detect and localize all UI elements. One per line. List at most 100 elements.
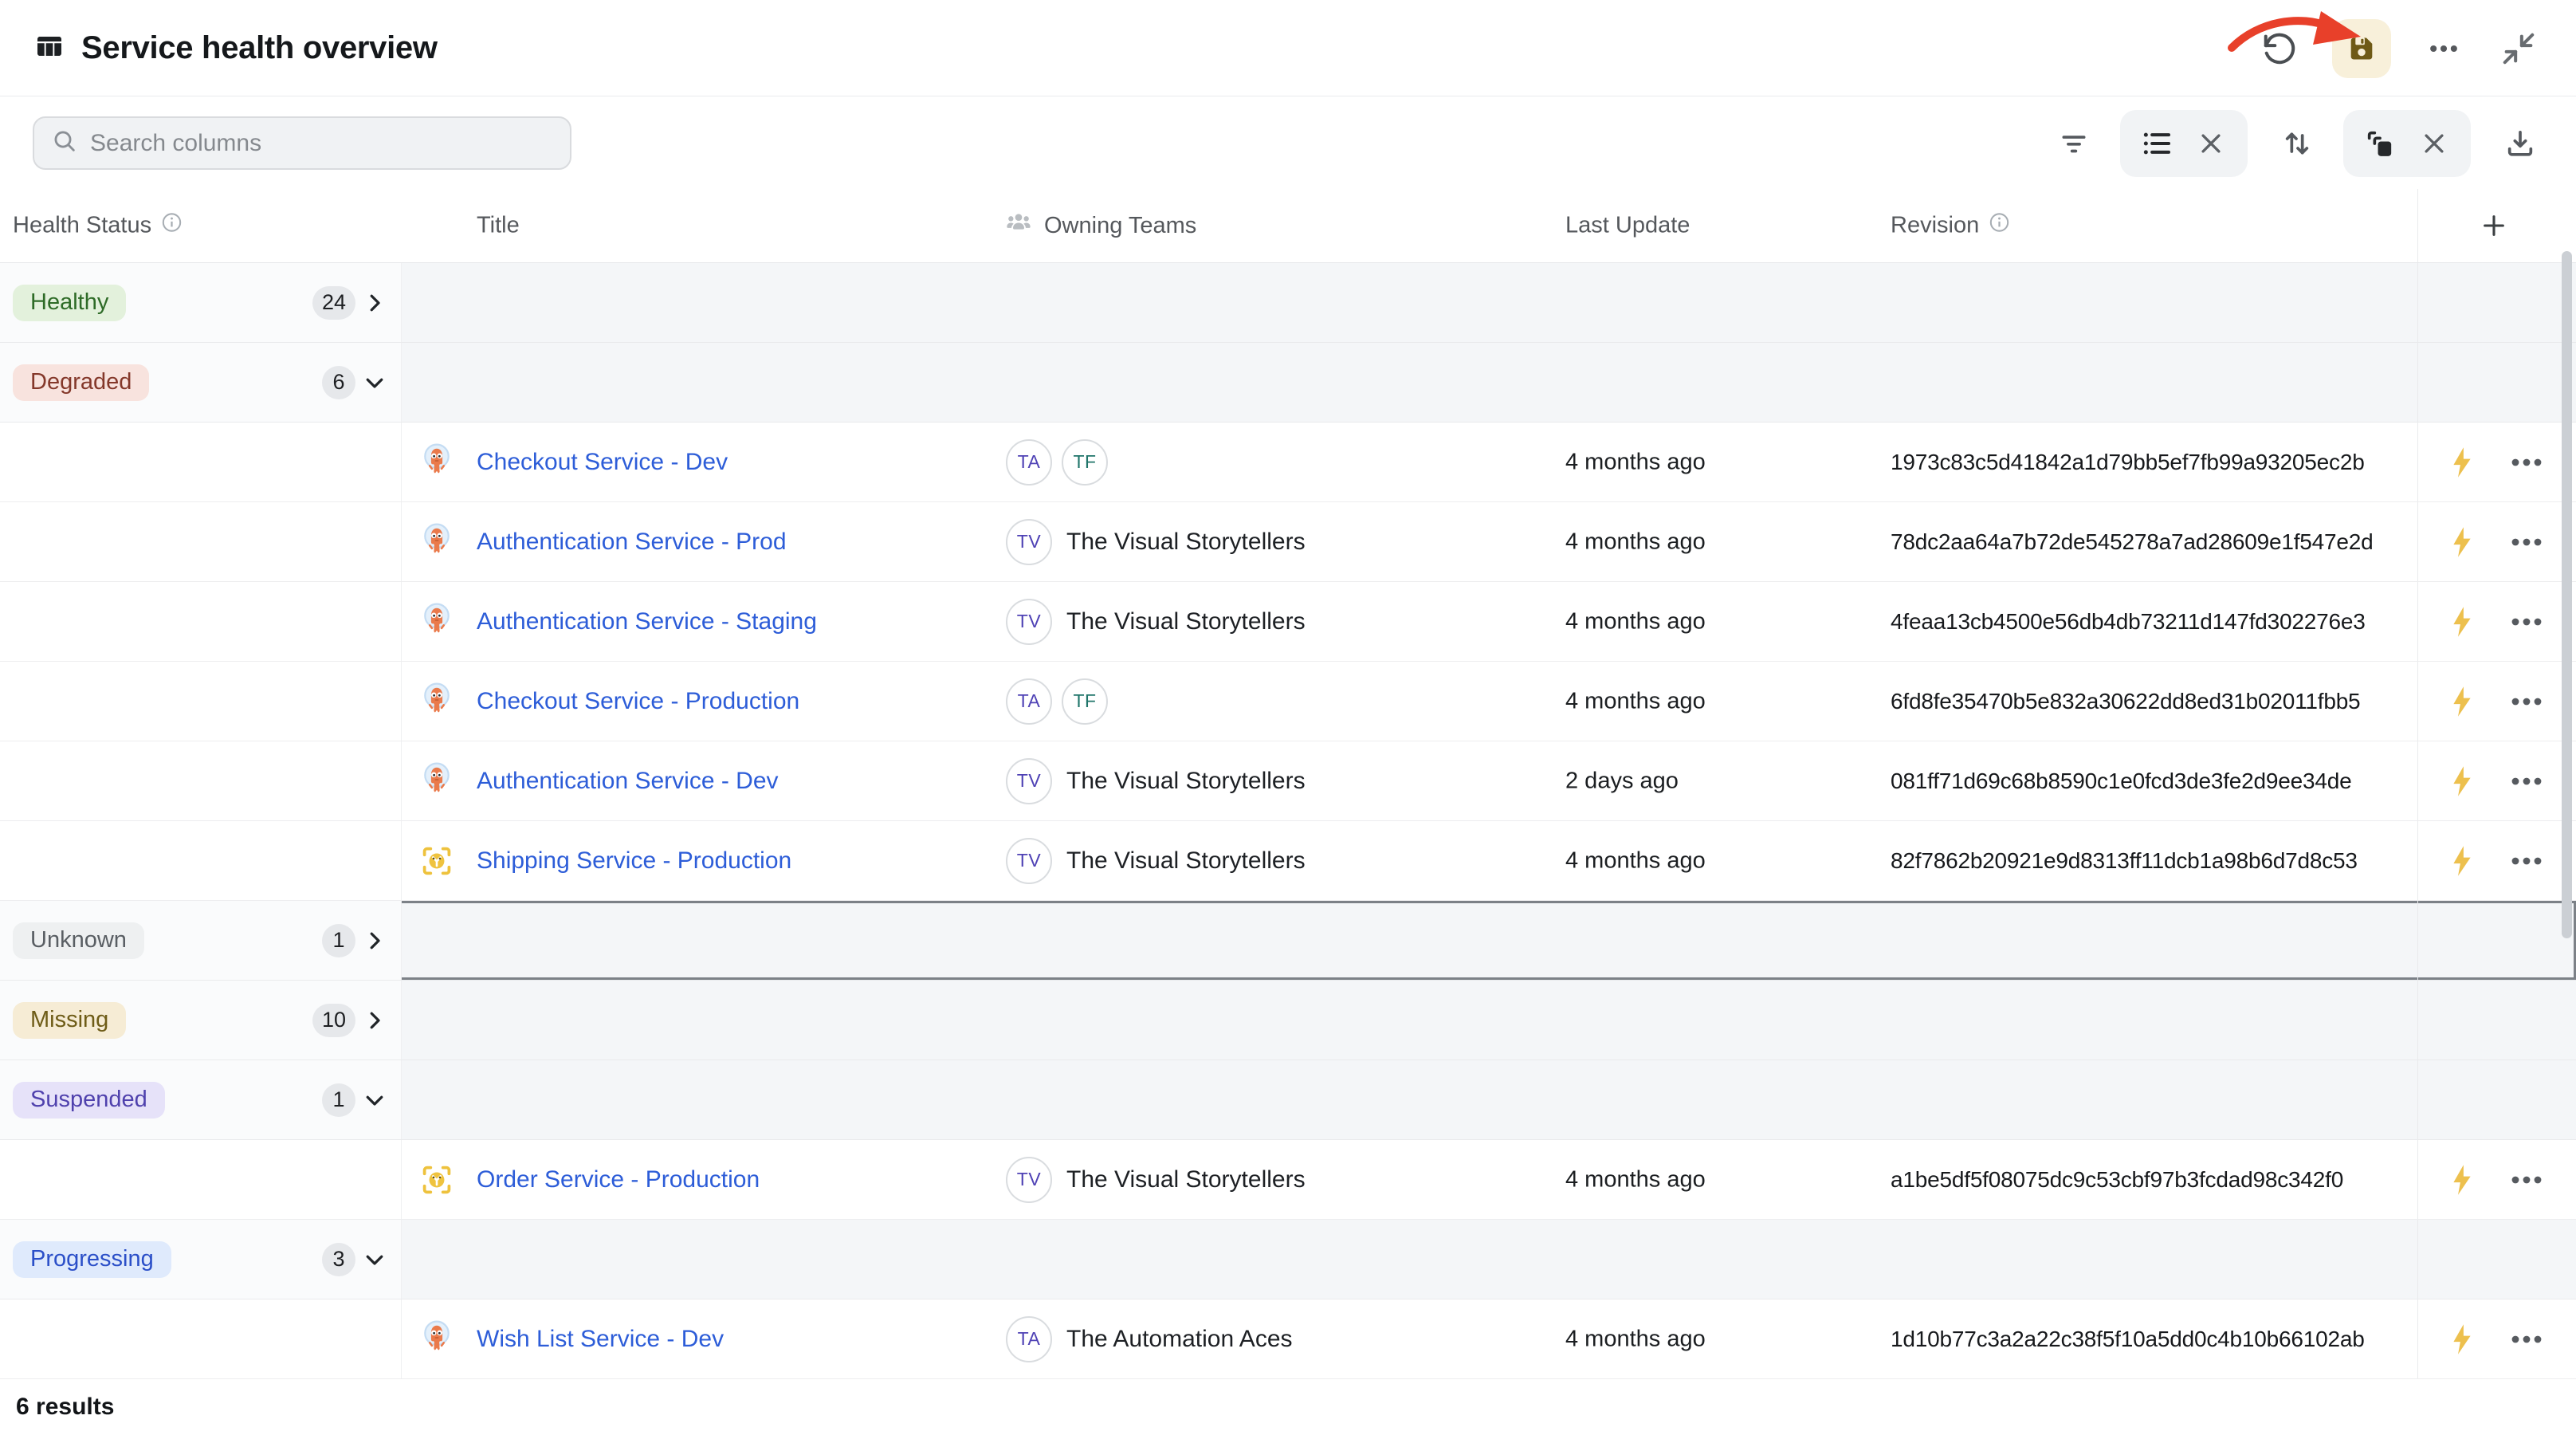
chevron-icon[interactable]: [362, 1008, 387, 1033]
service-title-link[interactable]: Order Service - Production: [477, 1166, 760, 1193]
chevron-icon[interactable]: [362, 928, 387, 953]
row-more-icon[interactable]: [2504, 1323, 2549, 1355]
chevron-icon[interactable]: [362, 370, 387, 395]
row-more-icon[interactable]: [2504, 686, 2549, 718]
team-avatar[interactable]: TV: [1006, 519, 1052, 565]
collapse-button[interactable]: [2496, 26, 2541, 71]
team-avatar[interactable]: TA: [1006, 678, 1052, 725]
group-count-badge: 1: [322, 1083, 355, 1117]
info-icon[interactable]: [1989, 212, 2010, 240]
lightning-action-icon[interactable]: [2448, 525, 2476, 559]
group-by-button[interactable]: [2362, 126, 2397, 161]
service-title-link[interactable]: Checkout Service - Dev: [477, 449, 728, 476]
owning-teams-cell: TVThe Visual Storytellers: [1006, 519, 1306, 565]
lightning-action-icon[interactable]: [2448, 844, 2476, 878]
group-count-badge: 1: [322, 924, 355, 957]
chevron-icon[interactable]: [362, 290, 387, 316]
more-options-button[interactable]: [2421, 26, 2466, 71]
group-count-badge: 3: [322, 1243, 355, 1276]
list-view-button[interactable]: [2139, 126, 2174, 161]
team-avatar[interactable]: TV: [1006, 838, 1052, 884]
group-row[interactable]: Unknown 1: [0, 901, 2576, 981]
lightning-action-icon[interactable]: [2448, 446, 2476, 479]
last-update-value: 4 months ago: [1565, 847, 1706, 874]
search-input[interactable]: [90, 130, 552, 157]
service-title-link[interactable]: Authentication Service - Dev: [477, 768, 779, 795]
table-row: Authentication Service - Staging TVThe V…: [0, 582, 2576, 662]
undo-button[interactable]: [2257, 26, 2302, 71]
team-avatar[interactable]: TF: [1062, 439, 1108, 486]
octopus-service-icon: [419, 523, 454, 561]
group-row[interactable]: Degraded 6: [0, 343, 2576, 423]
chevron-icon[interactable]: [362, 1247, 387, 1272]
filter-button[interactable]: [2056, 126, 2091, 161]
vertical-scrollbar[interactable]: [2562, 251, 2572, 938]
table-row: Order Service - Production TVThe Visual …: [0, 1140, 2576, 1220]
column-header-owning-teams[interactable]: Owning Teams: [1003, 206, 1196, 245]
row-more-icon[interactable]: [2504, 845, 2549, 877]
team-name: The Visual Storytellers: [1066, 768, 1306, 795]
group-row[interactable]: Progressing 3: [0, 1220, 2576, 1299]
row-more-icon[interactable]: [2504, 1164, 2549, 1196]
lightning-action-icon[interactable]: [2448, 1163, 2476, 1197]
plus-icon: [2480, 212, 2507, 239]
team-avatar[interactable]: TA: [1006, 439, 1052, 486]
service-title-link[interactable]: Wish List Service - Dev: [477, 1326, 724, 1353]
lightning-action-icon[interactable]: [2448, 605, 2476, 639]
clear-group-by-button[interactable]: [2417, 126, 2452, 161]
collapse-icon: [2500, 30, 2537, 67]
column-header-revision[interactable]: Revision: [1891, 212, 2010, 240]
last-update-value: 4 months ago: [1565, 449, 1706, 475]
table-header: Health Status Title Owning Teams Last Up…: [0, 189, 2576, 263]
table-row: Shipping Service - Production TVThe Visu…: [0, 821, 2576, 901]
team-avatar[interactable]: TV: [1006, 1157, 1052, 1203]
octopus-service-icon: [419, 762, 454, 800]
sort-button[interactable]: [2280, 126, 2315, 161]
lightning-action-icon[interactable]: [2448, 1323, 2476, 1356]
info-icon[interactable]: [161, 212, 183, 240]
add-column-button[interactable]: [2480, 212, 2507, 239]
team-avatar[interactable]: TV: [1006, 758, 1052, 804]
team-icon: [1003, 206, 1035, 245]
team-avatar[interactable]: TF: [1062, 678, 1108, 725]
revision-hash: 6fd8fe35470b5e832a30622dd8ed31b02011fbb5: [1891, 689, 2360, 714]
column-header-health-status[interactable]: Health Status: [13, 212, 183, 240]
download-button[interactable]: [2503, 126, 2538, 161]
team-avatar[interactable]: TV: [1006, 599, 1052, 645]
lightning-action-icon[interactable]: [2448, 685, 2476, 718]
row-more-icon[interactable]: [2504, 765, 2549, 797]
clear-list-view-button[interactable]: [2193, 126, 2228, 161]
group-by-icon: [2364, 128, 2396, 159]
revision-hash: 4feaa13cb4500e56db4db73211d147fd302276e3: [1891, 609, 2366, 635]
download-icon: [2504, 128, 2536, 159]
column-header-last-update[interactable]: Last Update: [1565, 213, 1690, 239]
column-label: Last Update: [1565, 213, 1690, 239]
row-more-icon[interactable]: [2504, 606, 2549, 638]
service-title-link[interactable]: Authentication Service - Staging: [477, 608, 817, 635]
column-label: Health Status: [13, 213, 151, 239]
group-row[interactable]: Missing 10: [0, 981, 2576, 1060]
row-more-icon[interactable]: [2504, 526, 2549, 558]
column-header-title[interactable]: Title: [477, 213, 520, 239]
search-box[interactable]: [33, 116, 571, 170]
chevron-icon[interactable]: [362, 1087, 387, 1113]
status-badge: Degraded: [13, 364, 149, 401]
service-title-link[interactable]: Shipping Service - Production: [477, 847, 791, 875]
revision-hash: 1973c83c5d41842a1d79bb5ef7fb99a93205ec2b: [1891, 450, 2365, 475]
lightning-action-icon[interactable]: [2448, 765, 2476, 798]
table-icon: [35, 32, 64, 65]
row-more-icon[interactable]: [2504, 446, 2549, 478]
service-title-link[interactable]: Authentication Service - Prod: [477, 529, 787, 556]
column-label: Owning Teams: [1044, 213, 1196, 239]
team-avatar[interactable]: TA: [1006, 1316, 1052, 1362]
revision-hash: 78dc2aa64a7b72de545278a7ad28609e1f547e2d: [1891, 529, 2374, 555]
column-label: Revision: [1891, 213, 1979, 239]
table-row: Checkout Service - Dev TATF 4 months ago…: [0, 423, 2576, 502]
results-count: 6 results: [16, 1394, 114, 1421]
save-button[interactable]: [2332, 19, 2391, 78]
revision-hash: 081ff71d69c68b8590c1e0fcd3de3fe2d9ee34de: [1891, 769, 2352, 794]
service-title-link[interactable]: Checkout Service - Production: [477, 688, 799, 715]
bot-service-icon: [419, 1161, 454, 1199]
group-row[interactable]: Suspended 1: [0, 1060, 2576, 1140]
group-row[interactable]: Healthy 24: [0, 263, 2576, 343]
